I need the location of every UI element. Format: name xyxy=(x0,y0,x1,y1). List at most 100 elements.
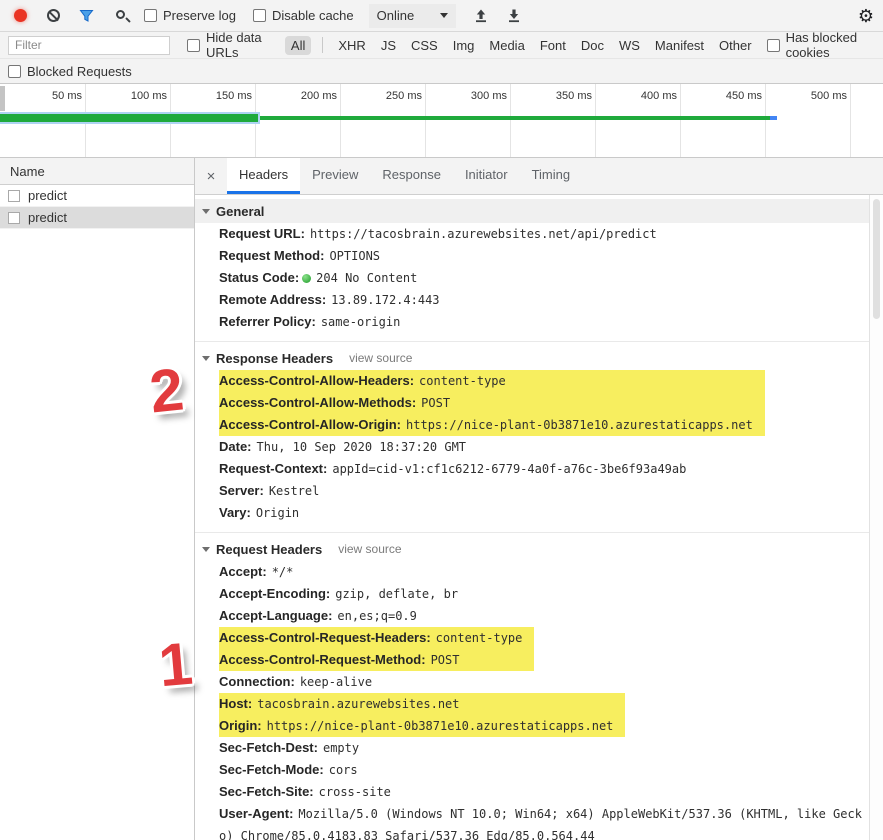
tab-timing[interactable]: Timing xyxy=(520,158,583,194)
tab-initiator[interactable]: Initiator xyxy=(453,158,520,194)
header-row: Access-Control-Allow-Methods: POST xyxy=(219,395,451,410)
requests-panel: Name predict predict xyxy=(0,158,195,840)
request-file-icon xyxy=(8,211,20,224)
section-response-headers[interactable]: Response Headers view source xyxy=(195,346,869,370)
tick-filler xyxy=(851,84,883,157)
header-row: Connection: keep-alive xyxy=(219,674,373,689)
type-filter-css[interactable]: CSS xyxy=(411,38,438,53)
filter-toggle-button[interactable] xyxy=(78,8,94,24)
record-button[interactable] xyxy=(12,8,28,24)
header-row: Referrer Policy: same-origin xyxy=(219,314,401,329)
close-icon[interactable]: × xyxy=(195,158,227,194)
hide-data-urls-group: Hide data URLs xyxy=(187,30,274,60)
highlight-host-origin: Host: tacosbrain.azurewebsites.net Origin… xyxy=(219,693,626,737)
header-row: Accept: */* xyxy=(219,564,294,579)
section-general[interactable]: General xyxy=(195,199,869,223)
type-filter-xhr[interactable]: XHR xyxy=(338,38,365,53)
section-separator xyxy=(195,532,869,533)
triangle-down-icon xyxy=(202,546,210,552)
type-filter-all[interactable]: All xyxy=(284,35,312,55)
header-row-user-agent: User-Agent: Mozilla/5.0 (Windows NT 10.0;… xyxy=(219,806,862,840)
header-row: Origin: https://nice-plant-0b3871e10.azur… xyxy=(219,718,614,733)
hide-data-urls-label: Hide data URLs xyxy=(206,30,262,60)
highlight-response-cors: Access-Control-Allow-Headers: content-typ… xyxy=(219,370,765,436)
timeline-overview[interactable]: 50 ms 100 ms 150 ms 200 ms 250 ms 300 ms… xyxy=(0,84,883,158)
triangle-down-icon xyxy=(202,355,210,361)
tab-response[interactable]: Response xyxy=(370,158,453,194)
type-filter-other[interactable]: Other xyxy=(719,38,752,53)
export-har-button[interactable] xyxy=(506,8,522,24)
view-source-link[interactable]: view source xyxy=(349,351,412,365)
search-button[interactable] xyxy=(111,8,127,24)
throttling-select[interactable]: Online xyxy=(368,3,457,28)
tick-label: 300 ms xyxy=(426,84,511,157)
tick-label: 350 ms xyxy=(511,84,596,157)
has-blocked-cookies-label: Has blocked cookies xyxy=(785,30,858,60)
header-row: Accept-Language: en,es;q=0.9 xyxy=(219,608,417,623)
section-request-headers[interactable]: Request Headers view source xyxy=(195,537,869,561)
upload-arrow-icon xyxy=(476,9,487,22)
vertical-scrollbar[interactable] xyxy=(869,195,883,840)
disable-cache-checkbox[interactable] xyxy=(252,9,266,22)
header-row: Vary: Origin xyxy=(219,505,300,520)
tick-label: 500 ms xyxy=(766,84,851,157)
request-timeline-bar-end xyxy=(770,116,777,120)
header-row: Accept-Encoding: gzip, deflate, br xyxy=(219,586,459,601)
filter-input[interactable] xyxy=(8,35,170,55)
tick-label: 250 ms xyxy=(341,84,426,157)
type-filter-ws[interactable]: WS xyxy=(619,38,640,53)
type-filter-font[interactable]: Font xyxy=(540,38,566,53)
view-source-link[interactable]: view source xyxy=(338,542,401,556)
blocked-requests-checkbox[interactable] xyxy=(8,64,21,78)
request-timeline-bar-selected xyxy=(0,114,258,122)
tab-headers[interactable]: Headers xyxy=(227,158,301,194)
type-filter-img[interactable]: Img xyxy=(453,38,475,53)
chevron-down-icon xyxy=(440,13,449,18)
tick-label: 200 ms xyxy=(256,84,341,157)
request-details-panel: × Headers Preview Response Initiator Tim… xyxy=(147,158,883,840)
section-separator xyxy=(195,341,869,342)
header-row: Host: tacosbrain.azurewebsites.net xyxy=(219,696,460,711)
request-name: predict xyxy=(28,210,68,225)
preserve-log-checkbox[interactable] xyxy=(144,9,157,22)
tab-preview[interactable]: Preview xyxy=(300,158,370,194)
settings-gear-icon[interactable]: ⚙ xyxy=(858,4,874,28)
header-row: Access-Control-Allow-Origin: https://nice… xyxy=(219,417,753,432)
has-blocked-cookies-group: Has blocked cookies xyxy=(766,30,875,60)
header-row: Request Method: OPTIONS xyxy=(219,248,381,263)
disable-cache-group: Disable cache xyxy=(252,8,354,23)
funnel-icon xyxy=(78,9,94,22)
network-main-split: Name predict predict × Headers Preview R… xyxy=(0,158,883,840)
section-title: Request Headers xyxy=(216,541,323,557)
clear-button[interactable] xyxy=(45,8,61,24)
header-row-status: Status Code: 204 No Content xyxy=(219,270,418,285)
type-filter-media[interactable]: Media xyxy=(489,38,524,53)
header-row: Remote Address: 13.89.172.4:443 xyxy=(219,292,440,307)
overview-left-handle[interactable] xyxy=(0,86,5,111)
header-row: Access-Control-Allow-Headers: content-typ… xyxy=(219,373,506,388)
request-name: predict xyxy=(28,188,68,203)
hide-data-urls-checkbox[interactable] xyxy=(187,38,200,52)
import-har-button[interactable] xyxy=(473,8,489,24)
resource-type-filters: All XHR JS CSS Img Media Font Doc WS Man… xyxy=(284,35,752,55)
has-blocked-cookies-checkbox[interactable] xyxy=(766,38,780,52)
tick-label: 400 ms xyxy=(596,84,681,157)
section-title: General xyxy=(216,203,265,219)
header-row: Sec-Fetch-Dest: empty xyxy=(219,740,360,755)
request-row-predict-2[interactable]: predict xyxy=(0,207,194,229)
throttling-value: Online xyxy=(376,8,415,23)
name-column-header[interactable]: Name xyxy=(0,158,194,185)
request-file-icon xyxy=(8,189,20,202)
disable-cache-label: Disable cache xyxy=(271,8,354,23)
network-toolbar: Preserve log Disable cache Online ⚙ xyxy=(0,0,883,32)
type-filter-doc[interactable]: Doc xyxy=(581,38,604,53)
header-row: Access-Control-Request-Headers: content-t… xyxy=(219,630,523,645)
scrollbar-thumb[interactable] xyxy=(873,199,880,319)
preserve-log-group: Preserve log xyxy=(144,8,236,23)
preserve-log-label: Preserve log xyxy=(163,8,236,23)
request-row-predict-1[interactable]: predict xyxy=(0,185,194,207)
type-filter-manifest[interactable]: Manifest xyxy=(655,38,704,53)
type-filter-js[interactable]: JS xyxy=(381,38,396,53)
header-row: Request-Context: appId=cid-v1:cf1c6212-67… xyxy=(219,461,687,476)
blocked-requests-group: Blocked Requests xyxy=(8,64,132,79)
